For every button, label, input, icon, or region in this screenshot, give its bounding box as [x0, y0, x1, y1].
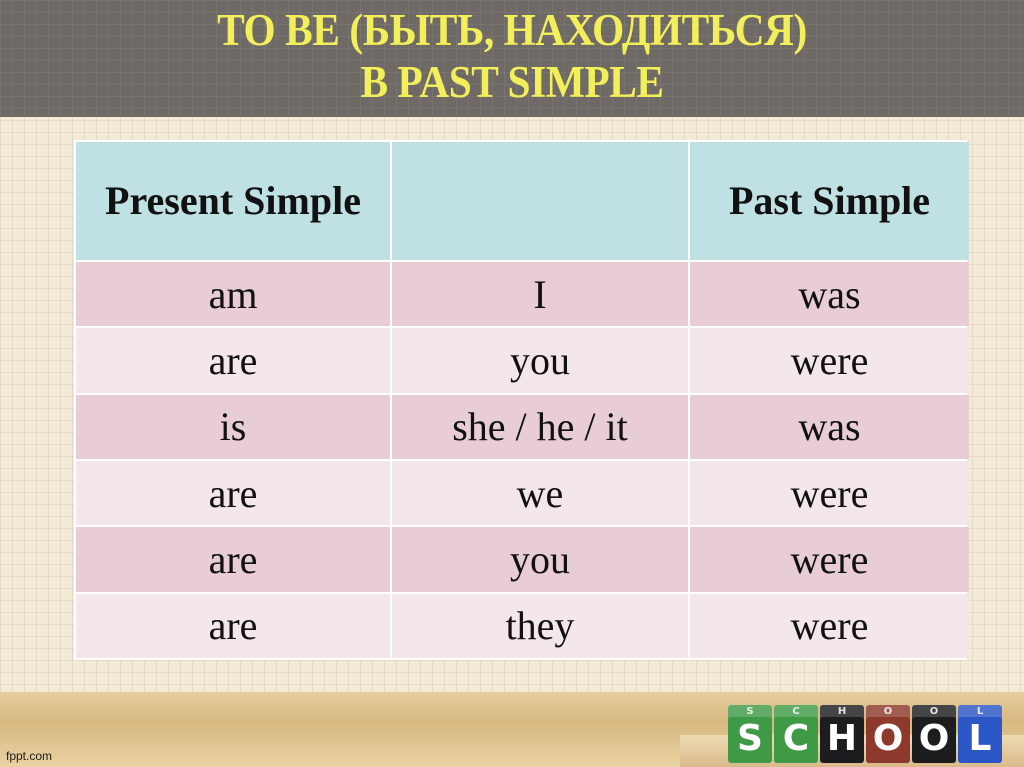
cell-present: are	[76, 527, 390, 592]
block-face-letter: S	[737, 718, 763, 759]
slide-title: TO BE (БЫТЬ, НАХОДИТЬСЯ) В PAST SIMPLE	[41, 4, 983, 108]
block-face-letter: C	[782, 718, 810, 759]
letter-block-icon: H H	[820, 705, 864, 763]
letter-block-icon: O O	[912, 705, 956, 763]
header-present-simple: Present Simple	[76, 142, 390, 260]
block-top-letter: O	[883, 706, 893, 717]
slide-title-line-1: TO BE (БЫТЬ, НАХОДИТЬСЯ)	[217, 5, 807, 55]
cell-present: are	[76, 328, 390, 393]
block-top-letter: O	[929, 706, 939, 717]
cell-past: was	[690, 262, 969, 327]
cell-pronoun: they	[392, 593, 688, 658]
cell-past: were	[690, 328, 969, 393]
block-face-letter: O	[918, 718, 950, 759]
cell-pronoun: she / he / it	[392, 394, 688, 459]
cell-present: are	[76, 460, 390, 526]
block-top-letter: S	[746, 706, 754, 717]
block-top-letter: C	[792, 706, 800, 717]
header-pronoun	[392, 142, 688, 260]
conjugation-table-wrapper: Present Simple Past Simple am I was are …	[74, 140, 969, 660]
cell-present: are	[76, 593, 390, 658]
title-band: TO BE (БЫТЬ, НАХОДИТЬСЯ) В PAST SIMPLE	[0, 0, 1024, 117]
letter-block-icon: O O	[866, 705, 910, 763]
table-row: are they were	[76, 593, 969, 658]
table-row: are you were	[76, 328, 969, 393]
header-past-simple: Past Simple	[690, 142, 969, 260]
cell-pronoun: we	[392, 460, 688, 526]
block-top-letter: H	[837, 706, 847, 717]
cell-past: were	[690, 593, 969, 658]
slide-title-line-2: В PAST SIMPLE	[360, 57, 664, 107]
block-top-letter: L	[976, 706, 984, 717]
table-row: am I was	[76, 262, 969, 327]
cell-pronoun: I	[392, 262, 688, 327]
cell-pronoun: you	[392, 328, 688, 393]
table-row: are we were	[76, 460, 969, 526]
cell-past: were	[690, 460, 969, 526]
block-face-letter: L	[968, 718, 992, 759]
cell-present: is	[76, 394, 390, 459]
cell-pronoun: you	[392, 527, 688, 592]
table-header-row: Present Simple Past Simple	[76, 142, 969, 260]
cell-past: was	[690, 394, 969, 459]
conjugation-table: Present Simple Past Simple am I was are …	[74, 140, 971, 660]
cell-past: were	[690, 527, 969, 592]
letter-block-icon: S S	[728, 705, 772, 763]
school-letter-blocks: S S C C H H O O O O L L	[728, 705, 1002, 763]
cell-present: am	[76, 262, 390, 327]
table-row: is she / he / it was	[76, 394, 969, 459]
watermark-site-label: fppt.com	[6, 749, 53, 763]
table-row: are you were	[76, 527, 969, 592]
letter-block-icon: C C	[774, 705, 818, 763]
block-face-letter: H	[826, 718, 858, 759]
block-face-letter: O	[872, 718, 904, 759]
letter-block-icon: L L	[958, 705, 1002, 763]
